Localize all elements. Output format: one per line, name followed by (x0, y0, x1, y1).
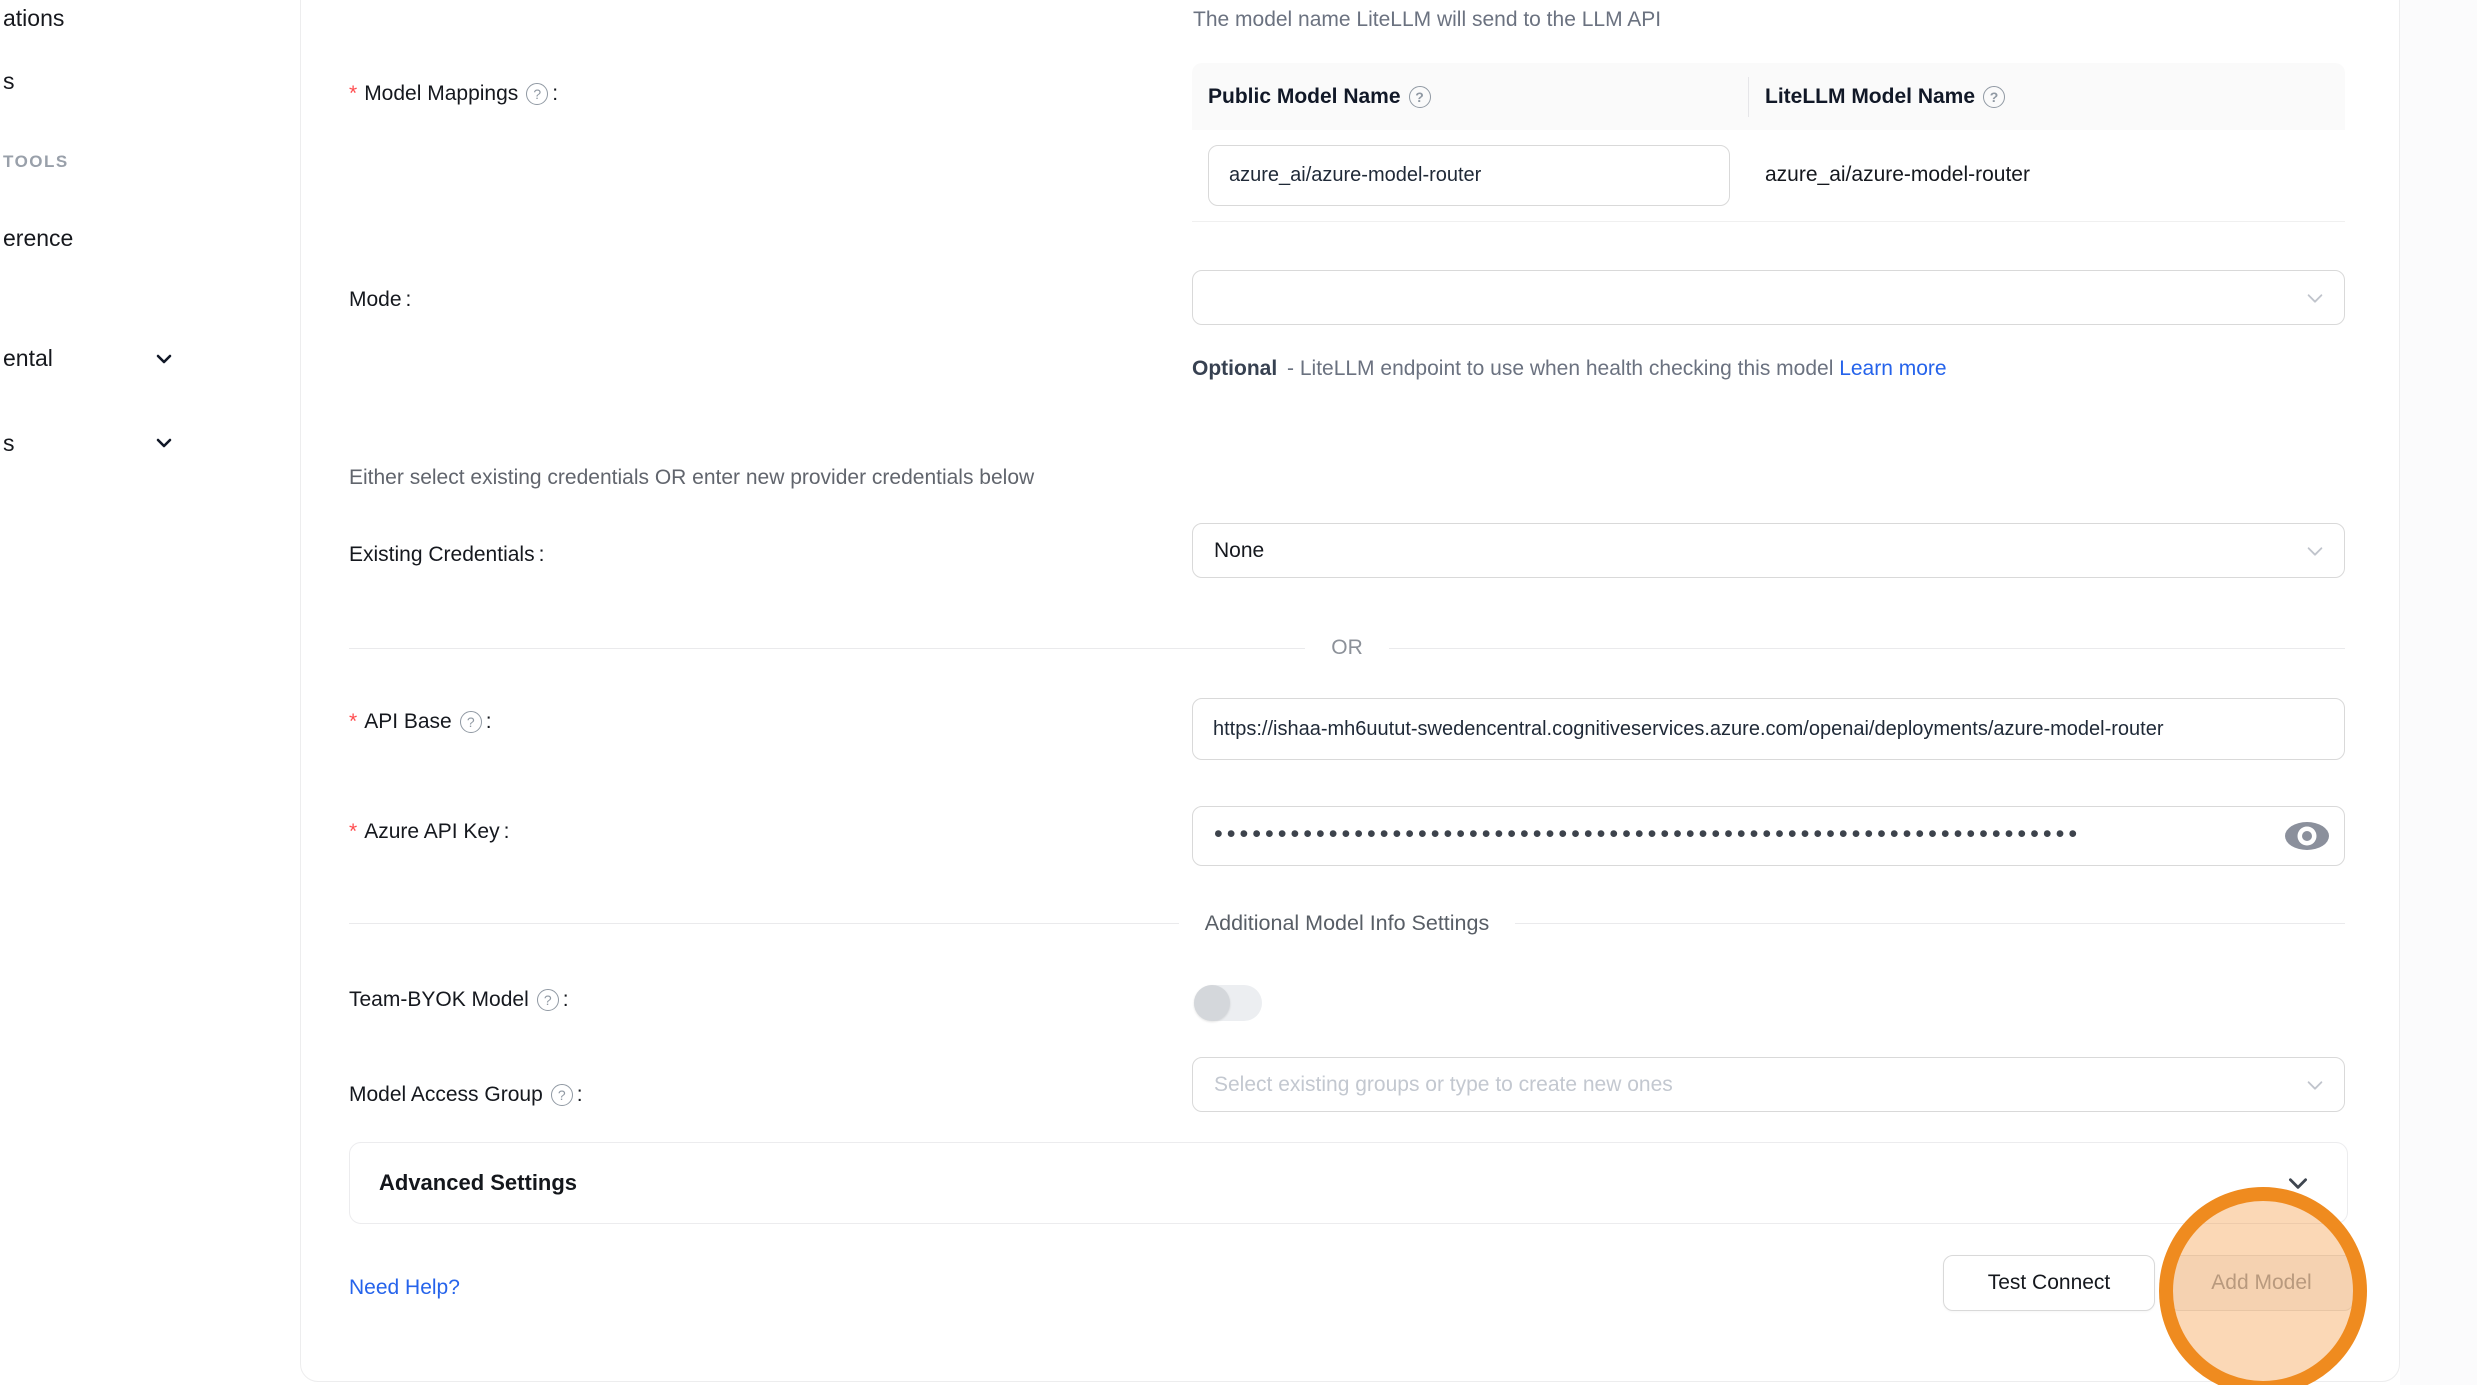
azure-api-key-input[interactable]: ••••••••••••••••••••••••••••••••••••••••… (1192, 806, 2345, 866)
model-mappings-label: * Model Mappings ? : (349, 82, 558, 106)
api-base-input[interactable] (1192, 698, 2345, 760)
advanced-settings-panel[interactable]: Advanced Settings (349, 1142, 2348, 1224)
eye-icon[interactable] (2284, 819, 2330, 853)
litellm-model-name-value: azure_ai/azure-model-router (1765, 163, 2030, 187)
learn-more-link[interactable]: Learn more (1839, 357, 1946, 380)
credentials-note: Either select existing credentials OR en… (349, 466, 1034, 490)
table-column-divider (1748, 77, 1749, 117)
litellm-model-name-header: LiteLLM Model Name ? (1765, 85, 2005, 109)
question-circle-icon[interactable]: ? (526, 83, 548, 105)
or-divider: OR (349, 634, 2345, 662)
required-asterisk: * (349, 820, 357, 844)
public-model-name-header: Public Model Name ? (1192, 85, 1765, 109)
sidebar-item-settings[interactable]: s (3, 430, 15, 457)
question-circle-icon[interactable]: ? (1409, 86, 1431, 108)
chevron-down-icon (2304, 540, 2326, 562)
chevron-down-icon (2304, 287, 2326, 309)
advanced-settings-title: Advanced Settings (379, 1170, 577, 1196)
team-byok-label: Team-BYOK Model ? : (349, 988, 569, 1012)
existing-credentials-label: Existing Credentials : (349, 543, 544, 567)
required-asterisk: * (349, 710, 357, 734)
sidebar-item-users[interactable]: s (3, 68, 15, 95)
mode-helper-text: Optional - LiteLLM endpoint to use when … (1192, 347, 2037, 391)
existing-credentials-value: None (1214, 539, 1264, 563)
page-background-gutter (2400, 0, 2477, 1385)
masked-key-value: ••••••••••••••••••••••••••••••••••••••••… (1214, 822, 2081, 847)
azure-api-key-label: * Azure API Key : (349, 820, 509, 844)
additional-info-divider: Additional Model Info Settings (349, 905, 2345, 941)
chevron-down-icon (152, 431, 176, 455)
add-model-page: ations s TOOLS erence ental s The model … (0, 0, 2477, 1385)
add-model-button[interactable]: Add Model (2169, 1255, 2354, 1311)
model-access-group-select[interactable]: Select existing groups or type to create… (1192, 1057, 2345, 1112)
question-circle-icon[interactable]: ? (460, 711, 482, 733)
sidebar-item-api-reference[interactable]: erence (3, 225, 73, 252)
need-help-link[interactable]: Need Help? (349, 1276, 460, 1300)
model-access-group-label: Model Access Group ? : (349, 1083, 583, 1107)
sidebar-section-tools: TOOLS (3, 152, 69, 172)
existing-credentials-select[interactable]: None (1192, 523, 2345, 578)
model-access-group-placeholder: Select existing groups or type to create… (1214, 1073, 1673, 1097)
chevron-down-icon (152, 347, 176, 371)
team-byok-toggle[interactable] (1194, 985, 1262, 1021)
model-name-helper-text: The model name LiteLLM will send to the … (1193, 8, 1661, 32)
question-circle-icon[interactable]: ? (537, 989, 559, 1011)
sidebar-item-organizations[interactable]: ations (3, 5, 64, 32)
chevron-down-icon (2285, 1170, 2311, 1196)
chevron-down-icon (2304, 1074, 2326, 1096)
required-asterisk: * (349, 82, 357, 106)
question-circle-icon[interactable]: ? (1983, 86, 2005, 108)
public-model-name-input[interactable] (1208, 145, 1730, 206)
question-circle-icon[interactable]: ? (551, 1084, 573, 1106)
mode-label: Mode : (349, 288, 411, 312)
api-base-label: * API Base ? : (349, 710, 492, 734)
test-connect-button[interactable]: Test Connect (1943, 1255, 2155, 1311)
model-mappings-table-header: Public Model Name ? LiteLLM Model Name ? (1192, 63, 2345, 131)
toggle-knob (1194, 985, 1230, 1021)
mode-select[interactable] (1192, 270, 2345, 325)
sidebar-item-experimental[interactable]: ental (3, 345, 53, 372)
